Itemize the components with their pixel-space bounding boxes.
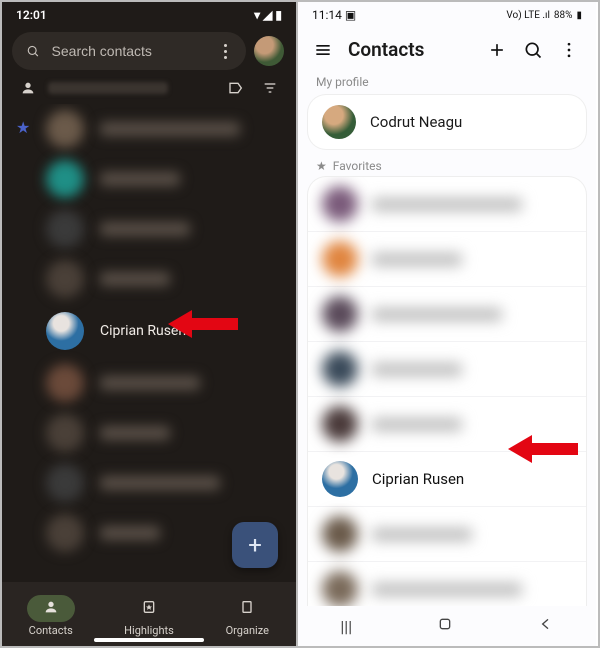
samsung-contacts-screen: 11:14 ▣ Vo) LTE .ıl 88%▮ Contacts My pro… [298, 2, 596, 646]
tab-organize[interactable]: Organize [223, 595, 271, 637]
more-icon[interactable] [218, 44, 232, 59]
list-item[interactable] [2, 408, 296, 458]
status-time: 12:01 [16, 8, 47, 22]
section-my-profile: My profile [298, 69, 596, 95]
plus-icon: + [248, 531, 262, 559]
add-button[interactable] [486, 40, 508, 60]
bottom-nav: Contacts Highlights Organize [2, 582, 296, 646]
status-bar: 11:14 ▣ Vo) LTE .ıl 88%▮ [298, 2, 596, 24]
my-profile-row[interactable]: Codrut Neagu [308, 95, 586, 149]
back-button[interactable] [538, 616, 554, 636]
list-item[interactable] [308, 232, 586, 287]
organize-icon [239, 599, 255, 615]
tab-highlights[interactable]: Highlights [124, 595, 174, 637]
gallery-icon: ▣ [345, 8, 356, 22]
search-icon [26, 42, 40, 60]
star-icon: ★ [316, 159, 327, 173]
menu-button[interactable] [312, 40, 334, 60]
more-button[interactable] [558, 40, 580, 60]
profile-avatar [322, 105, 356, 139]
system-nav-bar: ||| [298, 606, 596, 646]
list-item[interactable] [308, 287, 586, 342]
label-icon[interactable] [228, 80, 244, 96]
annotation-arrow-left [168, 307, 238, 341]
list-item[interactable] [308, 177, 586, 232]
person-icon [20, 80, 36, 96]
more-icon [559, 40, 579, 60]
contacts-icon [43, 599, 59, 615]
tab-contacts[interactable]: Contacts [27, 595, 75, 637]
highlights-icon [141, 599, 157, 615]
contact-avatar [46, 312, 84, 350]
status-right-icons: ▾ ◢ ▮ [254, 8, 282, 22]
list-item[interactable] [2, 154, 296, 204]
profile-name: Codrut Neagu [370, 113, 462, 131]
list-item[interactable] [2, 104, 296, 154]
account-filter-row [2, 76, 296, 104]
plus-icon [487, 40, 507, 60]
status-bar: 12:01 ▾ ◢ ▮ [2, 2, 296, 24]
search-icon [523, 40, 543, 60]
hamburger-icon [313, 40, 333, 60]
contact-list[interactable]: ★ Ciprian Rusen [2, 104, 296, 574]
home-indicator[interactable] [94, 638, 204, 642]
list-item[interactable] [2, 254, 296, 304]
add-contact-fab[interactable]: + [232, 522, 278, 568]
section-favorites: ★ Favorites [298, 149, 596, 177]
battery-icon: ▮ [576, 10, 582, 21]
account-email-blurred [48, 82, 168, 94]
search-input[interactable] [52, 43, 207, 59]
contact-avatar [322, 461, 358, 497]
page-title: Contacts [348, 38, 472, 61]
star-icon: ★ [16, 118, 30, 137]
list-item[interactable] [308, 507, 586, 562]
annotation-arrow-right [508, 432, 578, 466]
contact-name: Ciprian Rusen [372, 470, 464, 488]
recents-button[interactable]: ||| [340, 617, 352, 636]
search-button[interactable] [522, 40, 544, 60]
status-time: 11:14 [312, 8, 342, 22]
google-contacts-screen: 12:01 ▾ ◢ ▮ ★ Ciprian Rusen [2, 2, 298, 646]
app-header: Contacts [298, 24, 596, 69]
status-net: Vo) LTE .ıl [506, 10, 550, 21]
list-item[interactable] [2, 358, 296, 408]
list-item[interactable] [2, 458, 296, 508]
filter-icon[interactable] [262, 80, 278, 96]
list-item[interactable] [2, 204, 296, 254]
contact-ciprian-rusen[interactable]: Ciprian Rusen [2, 304, 296, 358]
account-avatar[interactable] [254, 36, 284, 66]
list-item[interactable] [308, 342, 586, 397]
home-button[interactable] [437, 616, 453, 636]
status-battery: 88% [554, 10, 573, 21]
favorites-list[interactable]: Ciprian Rusen [308, 177, 586, 646]
search-bar[interactable] [12, 32, 246, 70]
